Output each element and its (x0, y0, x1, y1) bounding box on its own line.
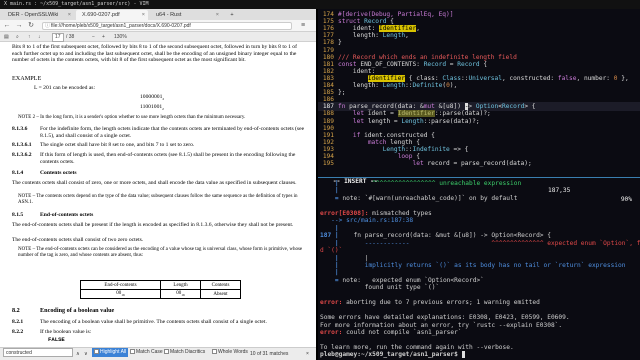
example-binary-1: 100000012 (140, 94, 165, 102)
find-input[interactable]: constructed (3, 348, 73, 357)
sidebar-toggle-icon[interactable]: ▤ (4, 32, 9, 42)
tab-label: DER - OpenSSLWiki (8, 12, 59, 18)
paragraph: The contents octets shall consist of zer… (12, 180, 297, 186)
tab-u64-rust[interactable]: u64 - Rust × (150, 10, 222, 20)
table-cell: Absent (200, 289, 241, 299)
close-icon[interactable]: × (216, 10, 219, 20)
section-title: Contents octets (40, 170, 77, 176)
navigation-bar: ← → ↻ ⓘ file:///home/pleb/x509_target/as… (0, 20, 316, 32)
find-result-count: 10 of 31 matches (250, 351, 289, 357)
find-prev-icon[interactable]: ∧ (76, 348, 80, 360)
paragraph: Bits 8 to 1 of the first subsequent octe… (12, 44, 297, 63)
page-total: / 38 (66, 34, 75, 40)
terminal-line: | ------------ ^^^^^^^^^^^^^^ expected e… (320, 239, 640, 247)
checkbox-icon (212, 349, 217, 355)
zoom-in-icon[interactable]: + (102, 32, 105, 42)
section-number: 8.2 (12, 307, 20, 314)
back-icon[interactable]: ← (2, 20, 12, 32)
table-cell: 0016 (80, 289, 161, 299)
boolean-value: FALSE (48, 336, 65, 343)
url-text: file:///home/pleb/x509_target/asn1_parse… (51, 23, 191, 29)
code-line[interactable]: 195 let record = parse_record(data); (318, 159, 640, 168)
section-number: 8.1.3.6 (12, 126, 28, 132)
terminal-line: pleb@gamey:~/x509_target/asn1_parser$ (320, 351, 466, 359)
zoom-select[interactable]: 130% (114, 32, 127, 42)
terminal-line: error: aborting due to 7 previous errors… (320, 299, 540, 307)
section-number: 8.2.1 (12, 319, 24, 325)
tab-label: u64 - Rust (156, 12, 182, 18)
terminal-line: found unit type `()` (320, 284, 440, 292)
section-number: 8.1.3.6.1 (12, 142, 32, 148)
paragraph: The end-of-contents octets shall consist… (12, 237, 144, 243)
section-number: 8.1.3.6.2 (12, 152, 32, 158)
terminal-line: error: could not compile `asn1_parser` (320, 329, 462, 336)
pane-divider[interactable] (318, 177, 640, 178)
find-bar: constructed ∧ ∨ Highlight All Match Case… (0, 347, 316, 360)
example-heading: EXAMPLE (12, 75, 42, 82)
checkbox-icon (130, 349, 135, 355)
reload-icon[interactable]: ↻ (26, 20, 36, 32)
checkbox-icon (94, 349, 99, 355)
section-number: 8.2.2 (12, 329, 24, 335)
close-icon[interactable]: × (68, 10, 71, 20)
table-header: Length (160, 280, 201, 290)
section-title: Encoding of a boolean value (40, 307, 115, 314)
find-next-icon[interactable]: ∨ (84, 348, 88, 360)
example-text: L = 201 can be encoded as: (34, 85, 96, 91)
note-2: NOTE 2 – In the long form, it is a sende… (18, 115, 246, 120)
table-header: Contents (200, 280, 241, 290)
note: NOTE – The contents octets depend on the… (18, 194, 298, 205)
section-number: 8.1.4 (12, 170, 24, 176)
terminal-output[interactable]: | ^^^^^^^^^^^^^^^^^ unreachable expressi… (318, 179, 640, 360)
highlight-all-toggle[interactable]: Highlight All (92, 348, 129, 357)
section-text: For the indefinite form, the length octe… (40, 126, 305, 139)
whole-words-toggle[interactable]: Whole Words (210, 348, 250, 357)
info-icon: ⓘ (45, 23, 51, 29)
terminal-line: | implicitly returns `()` as its body ha… (320, 261, 626, 269)
vim-editor[interactable]: 174 #[derive(Debug, PartialEq, Eq)] 175 str… (318, 9, 640, 167)
tab-strip: DER - OpenSSLWiki × X.690-0207.pdf × u64… (0, 9, 316, 20)
section-title: End-of-contents octets (40, 212, 94, 218)
close-icon[interactable]: × (142, 10, 145, 20)
table-cell: 0016 (160, 289, 201, 299)
zoom-out-icon[interactable]: − (92, 32, 95, 42)
match-diacritics-toggle[interactable]: Match Diacritics (162, 348, 207, 357)
table-header: End-of-contents (80, 280, 161, 290)
terminal-line: = note: `#[warn(unreachable_code)]` on b… (320, 194, 518, 202)
forward-icon[interactable]: → (14, 20, 24, 32)
section-text: If this form of length is used, then end… (40, 152, 296, 165)
find-icon[interactable]: ⌕ (16, 32, 19, 42)
tab-openssl-wiki[interactable]: DER - OpenSSLWiki × (2, 10, 74, 20)
terminal-line: | ^^^^^^^^^^^^^^^^^ unreachable expressi… (320, 180, 522, 187)
paragraph: The end-of-contents octets shall be pres… (12, 222, 294, 228)
example-binary-2: 110010012 (140, 104, 164, 112)
next-page-icon[interactable]: ↓ (38, 32, 41, 42)
section-text: The single octet shall have bit 8 set to… (40, 142, 195, 148)
window-title-bar: X main.rs : ~/x509_target/asn1_parser/sr… (0, 0, 640, 9)
end-of-contents-table: End-of-contents Length Contents 0016 001… (80, 280, 241, 299)
new-tab-button[interactable]: + (226, 10, 238, 20)
browser-window: DER - OpenSSLWiki × X.690-0207.pdf × u64… (0, 9, 316, 360)
section-number: 8.1.5 (12, 212, 24, 218)
checkbox-icon (164, 349, 169, 355)
match-case-toggle[interactable]: Match Case (128, 348, 165, 357)
pdf-toolbar: ▤ ⌕ ↑ ↓ 17 / 38 − + 130% (0, 32, 316, 42)
url-input[interactable]: ⓘ file:///home/pleb/x509_target/asn1_par… (42, 22, 292, 30)
tab-label: X.690-0207.pdf (82, 12, 120, 18)
pdf-page: Bits 8 to 1 of the first subsequent octe… (0, 42, 316, 346)
vim-status-line: -- INSERT -- 187,35 90% (318, 168, 640, 203)
note: NOTE – The end-of-contents octets can be… (18, 247, 303, 258)
prev-page-icon[interactable]: ↑ (28, 32, 31, 42)
page-number-input[interactable]: 17 (52, 33, 64, 42)
tab-x690-pdf[interactable]: X.690-0207.pdf × (76, 10, 148, 20)
section-text: The encoding of a boolean value shall be… (40, 319, 267, 325)
section-text: If the boolean value is: (40, 329, 92, 335)
menu-icon[interactable]: ≡ (298, 20, 308, 32)
close-icon[interactable]: × (306, 348, 309, 360)
terminal-window[interactable]: 174 #[derive(Debug, PartialEq, Eq)] 175 str… (318, 9, 640, 360)
